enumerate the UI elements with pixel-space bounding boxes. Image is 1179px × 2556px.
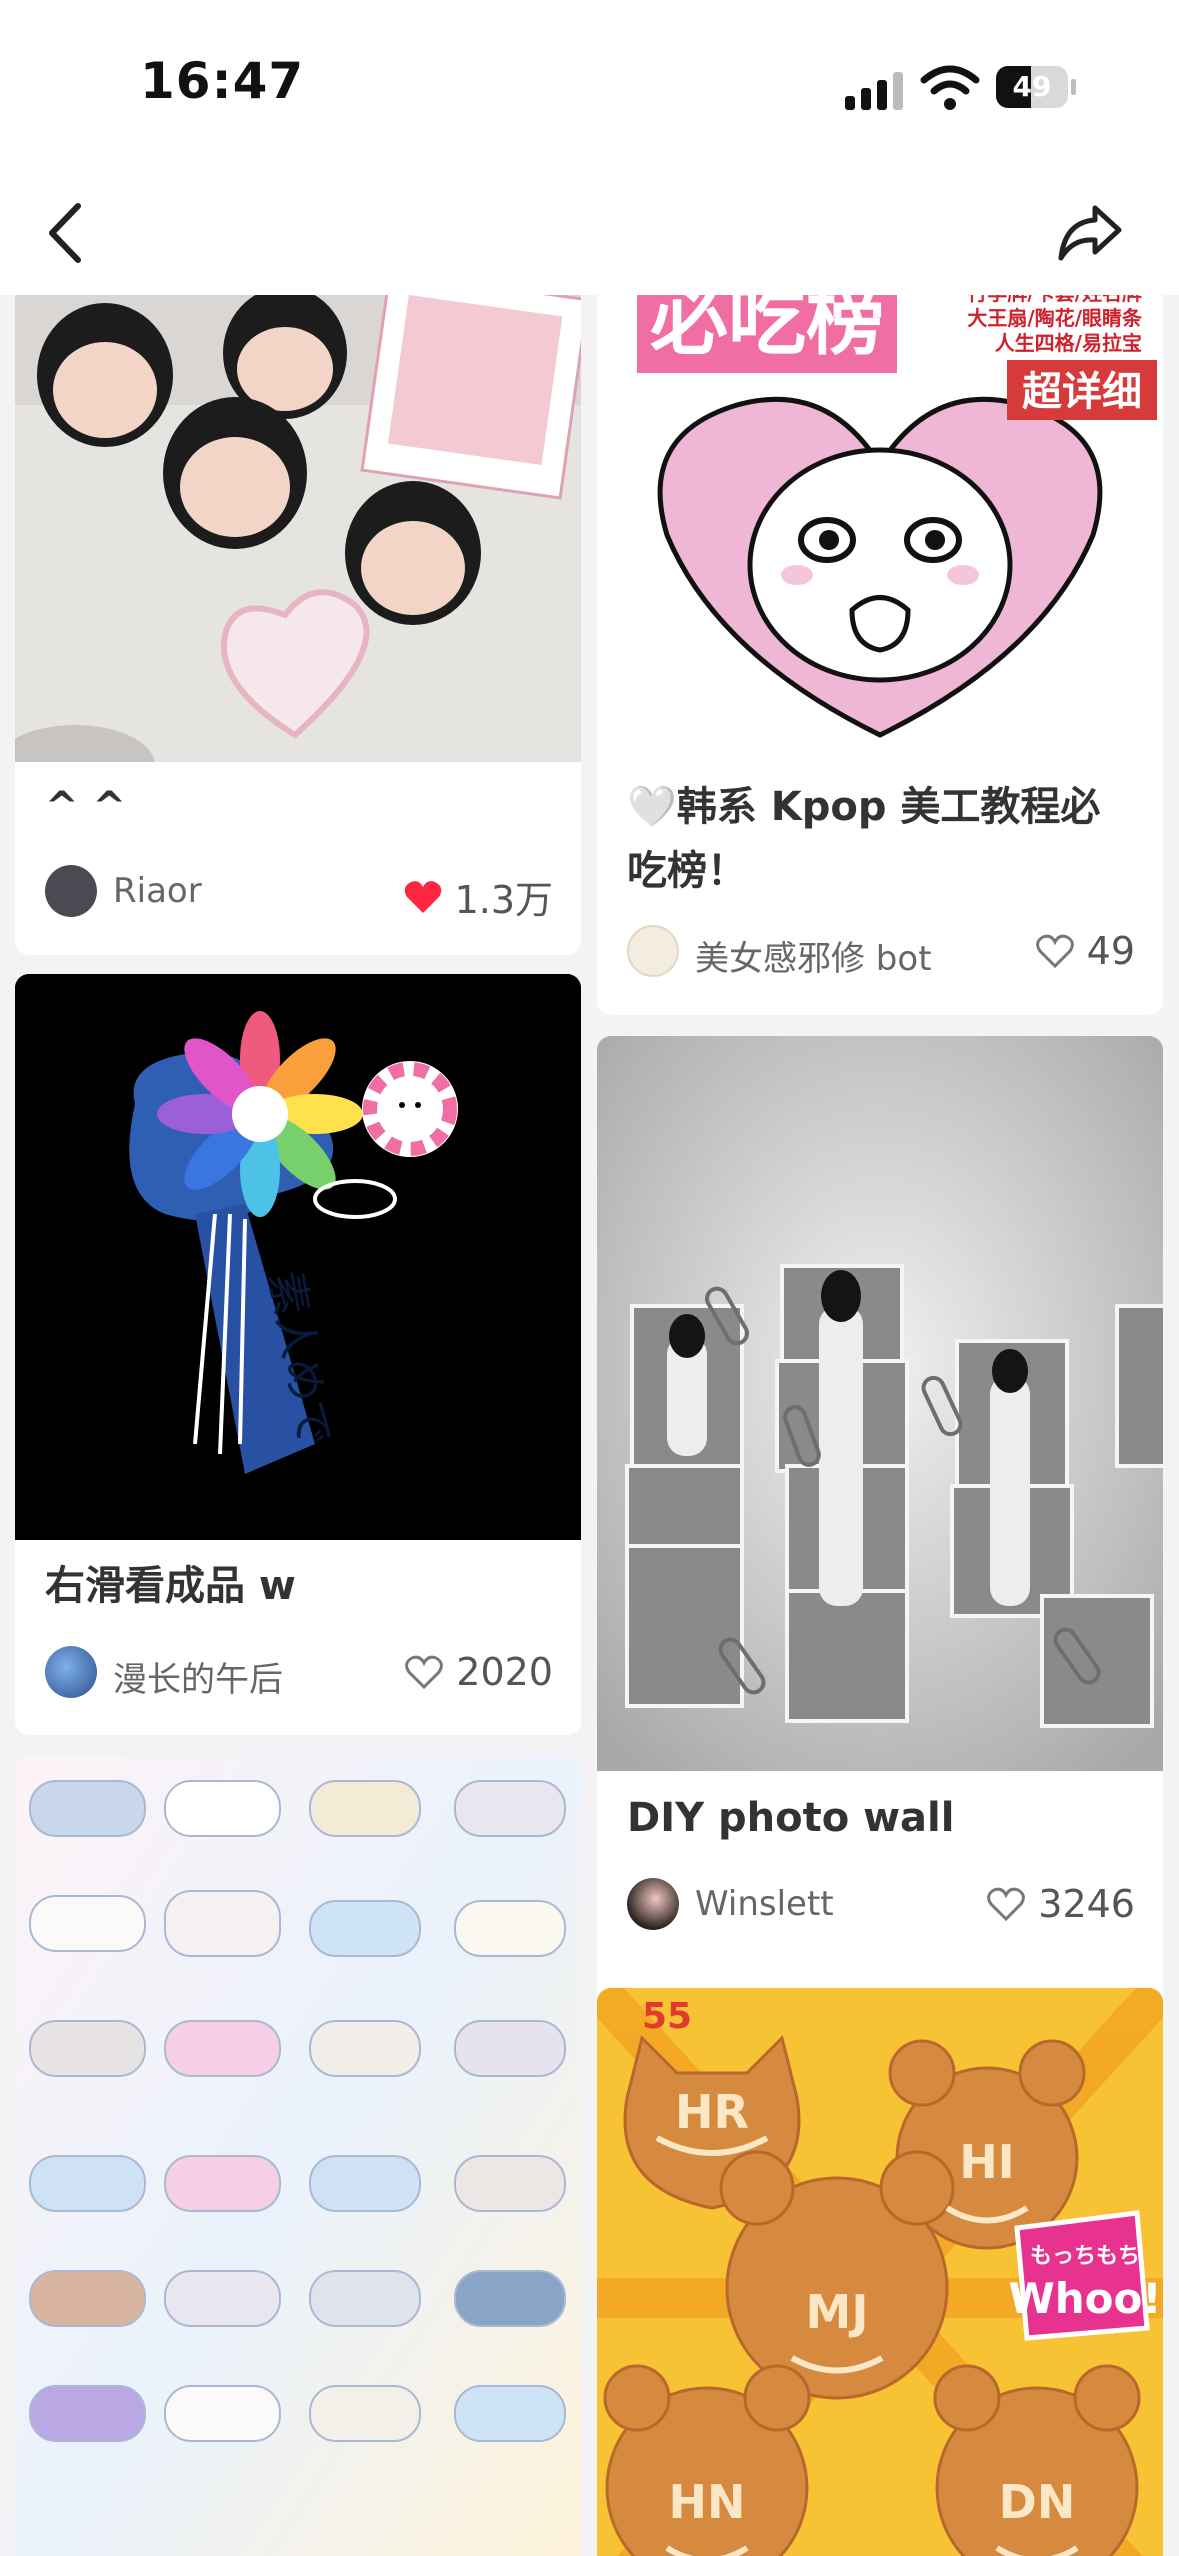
banner-line-3: 人生四格/易拉宝 bbox=[995, 331, 1142, 355]
note-cover-image: 必吃榜 行李牌/卡套/姓名牌 大王扇/陶花/眼睛条 人生四格/易拉宝 超详细 bbox=[597, 295, 1163, 762]
like-count[interactable]: 1.3万 bbox=[403, 869, 553, 924]
heart-outline-icon bbox=[987, 1887, 1026, 1922]
avatar[interactable] bbox=[45, 1646, 97, 1698]
note-card[interactable]: 55 HR HI MJ HN DN もっちもち Whoo! bbox=[597, 1988, 1163, 2556]
bun-letters-1: HR bbox=[675, 2085, 749, 2139]
banner-headline: 必吃榜 bbox=[650, 295, 884, 366]
battery-percent: 49 bbox=[1012, 70, 1052, 103]
note-card[interactable]: 素人めで 右滑看成品 w 漫长的午后 2020 bbox=[15, 974, 581, 1735]
banner-line-1: 行李牌/卡套/姓名牌 bbox=[966, 295, 1142, 305]
like-count-value: 3246 bbox=[1038, 1882, 1135, 1926]
bun-letters-5: DN bbox=[999, 2475, 1076, 2529]
note-cover-image bbox=[15, 1756, 581, 2556]
note-card[interactable]: 必吃榜 行李牌/卡套/姓名牌 大王扇/陶花/眼睛条 人生四格/易拉宝 超详细 🤍… bbox=[597, 295, 1163, 1015]
note-card[interactable]: ^ ^ Riaor 1.3万 bbox=[15, 295, 581, 955]
note-title: 🤍韩系 Kpop 美工教程必吃榜！ bbox=[627, 784, 1101, 894]
status-bar: 16:47 49 bbox=[0, 0, 1179, 170]
note-cover-image: 素人めで bbox=[15, 974, 581, 1540]
heart-outline-icon bbox=[1035, 934, 1074, 969]
note-meta: Riaor 1.3万 bbox=[45, 865, 553, 924]
note-cover-image bbox=[597, 1036, 1163, 1771]
like-count[interactable]: 3246 bbox=[986, 1882, 1135, 1926]
status-time: 16:47 bbox=[140, 52, 305, 110]
author-name[interactable]: Riaor bbox=[113, 871, 202, 911]
nav-bar bbox=[0, 170, 1179, 295]
heart-outline-icon bbox=[405, 1655, 444, 1690]
wifi-icon bbox=[920, 65, 980, 110]
note-cover-image: 55 HR HI MJ HN DN もっちもち Whoo! bbox=[597, 1988, 1163, 2556]
note-meta: 美女感邪修 bot 49 bbox=[627, 925, 1135, 981]
note-card[interactable]: DIY photo wall Winslett 3246 bbox=[597, 1036, 1163, 2072]
note-meta: Winslett 3246 bbox=[627, 1878, 1135, 1934]
note-meta: 漫长的午后 2020 bbox=[45, 1646, 553, 1702]
back-arrow-icon[interactable] bbox=[40, 198, 100, 268]
note-card[interactable] bbox=[15, 1756, 581, 2556]
whoo-small: もっちもち bbox=[1030, 2244, 1140, 2269]
cellular-signal-icon bbox=[845, 72, 903, 110]
note-cover-image bbox=[15, 295, 581, 762]
whoo-large: Whoo! bbox=[1008, 2274, 1161, 2323]
author-name[interactable]: Winslett bbox=[695, 1884, 834, 1924]
author-name[interactable]: 美女感邪修 bot bbox=[695, 931, 932, 980]
battery-icon: 49 bbox=[996, 66, 1076, 108]
note-title: 右滑看成品 w bbox=[45, 1563, 296, 1609]
bun-letters-2: HI bbox=[959, 2135, 1015, 2189]
like-count[interactable]: 49 bbox=[1035, 929, 1135, 973]
avatar[interactable] bbox=[45, 865, 97, 917]
like-count-value: 1.3万 bbox=[454, 878, 553, 922]
note-title: ^ ^ bbox=[45, 784, 126, 830]
note-title: DIY photo wall bbox=[627, 1795, 955, 1841]
like-count-value: 49 bbox=[1086, 929, 1135, 973]
author-name[interactable]: 漫长的午后 bbox=[113, 1652, 283, 1701]
anniversary-badge: 55 bbox=[642, 1996, 692, 2037]
bun-letters-3: MJ bbox=[806, 2285, 869, 2339]
share-icon[interactable] bbox=[1055, 198, 1125, 268]
avatar[interactable] bbox=[627, 1878, 679, 1930]
banner-badge: 超详细 bbox=[1022, 369, 1142, 415]
heart-filled-icon bbox=[404, 880, 441, 913]
like-count[interactable]: 2020 bbox=[404, 1650, 553, 1694]
notes-feed: ^ ^ Riaor 1.3万 素人めで 右滑看成品 w 漫长的午后 2020 必… bbox=[0, 295, 1179, 2556]
like-count-value: 2020 bbox=[456, 1650, 553, 1694]
banner-line-2: 大王扇/陶花/眼睛条 bbox=[967, 306, 1143, 330]
bun-letters-4: HN bbox=[669, 2475, 746, 2529]
avatar[interactable] bbox=[627, 925, 679, 977]
